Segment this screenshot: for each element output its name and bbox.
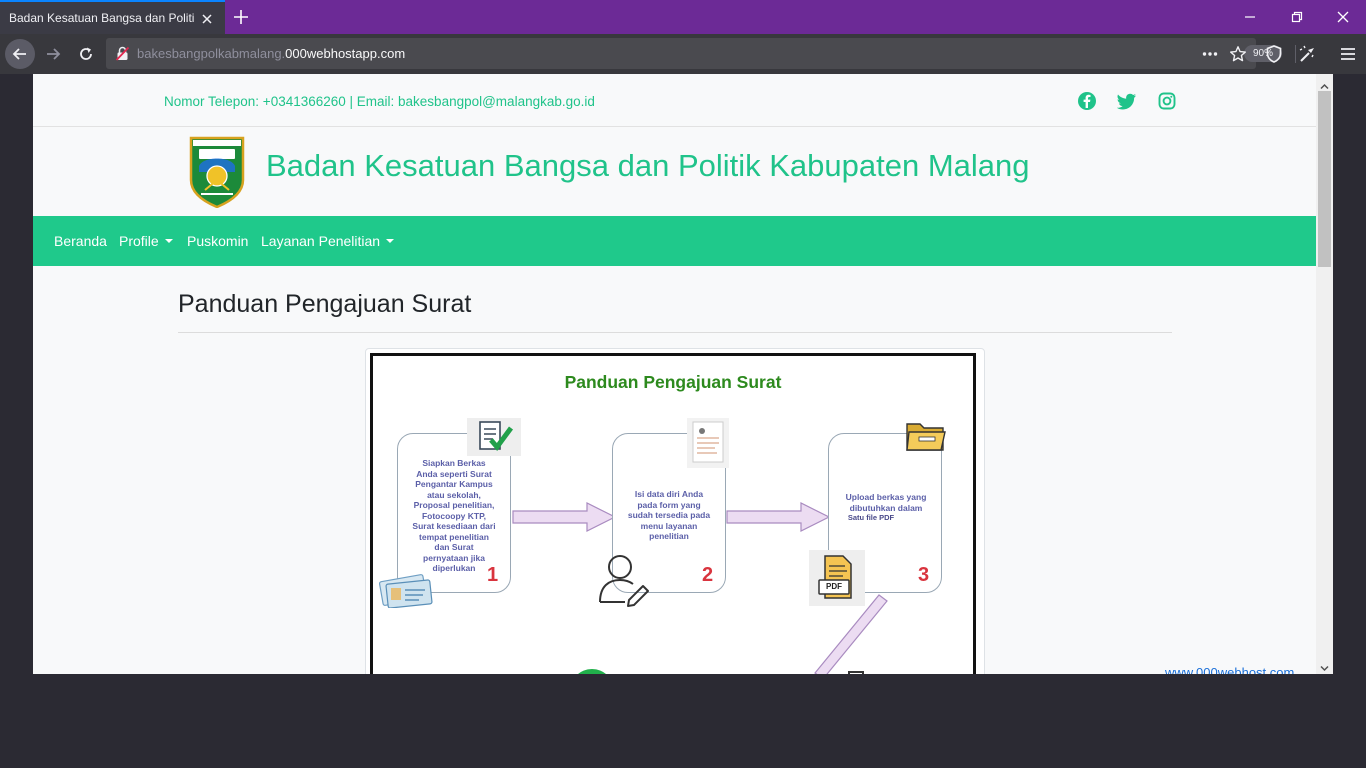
forward-arrow-icon — [47, 48, 61, 60]
id-cards-icon — [379, 574, 433, 608]
arrow-step1-to-step2 — [512, 502, 617, 532]
close-tab-icon[interactable] — [199, 11, 215, 27]
reload-icon — [80, 47, 92, 60]
url-text[interactable]: bakesbangpolkabmalang.000webhostapp.com — [137, 46, 405, 61]
url-domain: 000webhostapp.com — [285, 46, 406, 61]
nav-layanan-penelitian-dropdown[interactable]: Layanan Penelitian — [261, 233, 395, 249]
nav-beranda[interactable]: Beranda — [54, 233, 107, 249]
nav-profile-label: Profile — [119, 233, 159, 249]
url-bar-separator — [1295, 45, 1296, 63]
nav-profile-dropdown[interactable]: Profile — [119, 233, 173, 249]
step-3-text: Upload berkas yang dibutuhkan dalam Satu… — [845, 492, 927, 522]
folder-icon — [906, 423, 946, 451]
clipboard-icon — [848, 671, 864, 674]
step-2-number: 2 — [702, 564, 714, 586]
step-1-number: 1 — [487, 564, 499, 586]
shield-icon[interactable] — [1264, 44, 1284, 64]
browser-titlebar: Badan Kesatuan Bangsa dan Politik Kabupa… — [0, 0, 1366, 34]
nav-puskomin[interactable]: Puskomin — [187, 233, 248, 249]
main-navbar: Beranda Profile Puskomin Layanan Penelit… — [33, 216, 1316, 266]
magic-broom-icon[interactable] — [1297, 44, 1317, 64]
close-window-icon[interactable] — [1334, 8, 1352, 26]
kabupaten-malang-logo[interactable] — [189, 136, 245, 209]
caret-down-icon — [386, 239, 395, 243]
insecure-lock-icon[interactable] — [115, 46, 130, 61]
site-title[interactable]: Badan Kesatuan Bangsa dan Politik Kabupa… — [266, 148, 1030, 184]
heading-divider — [178, 332, 1172, 333]
minimize-icon[interactable] — [1241, 8, 1259, 26]
new-tab-icon[interactable] — [232, 8, 250, 26]
contact-info: Nomor Telepon: +0341366260 | Email: bake… — [164, 94, 595, 109]
page-scrollbar[interactable] — [1316, 74, 1333, 674]
page-heading: Panduan Pengajuan Surat — [178, 290, 472, 318]
url-bar[interactable]: bakesbangpolkabmalang.000webhostapp.com … — [106, 38, 1296, 69]
step-3-number: 3 — [918, 564, 930, 586]
document-check-icon — [467, 418, 521, 456]
infographic-title: Panduan Pengajuan Surat — [564, 372, 782, 392]
green-circle-icon — [578, 669, 606, 674]
menu-hamburger-icon[interactable] — [1338, 44, 1358, 64]
tab-title: Badan Kesatuan Bangsa dan Politik Kabupa… — [9, 11, 194, 25]
step-2-text: Isi data diri Anda pada form yang sudah … — [627, 489, 711, 541]
url-subdomain: bakesbangpolkabmalang. — [137, 46, 286, 61]
pdf-label: PDF — [826, 582, 842, 591]
infographic-image: Panduan Pengajuan Surat Siapkan Berkas A… — [370, 353, 976, 674]
user-edit-icon — [599, 555, 649, 607]
browser-tab-active[interactable]: Badan Kesatuan Bangsa dan Politik Kabupa… — [0, 0, 225, 34]
page-actions-icon[interactable] — [1201, 45, 1219, 63]
instagram-icon[interactable] — [1157, 91, 1177, 111]
step-1-box: Siapkan Berkas Anda seperti Surat Pengan… — [397, 433, 511, 593]
pdf-file-icon: PDF — [809, 550, 865, 606]
twitter-icon[interactable] — [1116, 91, 1137, 111]
forward-button[interactable] — [38, 39, 68, 69]
form-document-icon — [687, 418, 729, 468]
browser-toolbar: bakesbangpolkabmalang.000webhostapp.com … — [0, 34, 1366, 74]
webhost-watermark-link[interactable]: www.000webhost.com — [1165, 665, 1294, 674]
reload-button[interactable] — [71, 39, 101, 69]
scroll-down-icon[interactable] — [1320, 660, 1329, 672]
top-contact-bar: Nomor Telepon: +0341366260 | Email: bake… — [33, 74, 1316, 127]
step-1-text: Siapkan Berkas Anda seperti Surat Pengan… — [412, 458, 496, 573]
nav-layanan-penelitian-label: Layanan Penelitian — [261, 233, 381, 249]
infographic-card: Panduan Pengajuan Surat Siapkan Berkas A… — [365, 348, 985, 674]
page-viewport: Nomor Telepon: +0341366260 | Email: bake… — [33, 74, 1333, 674]
scroll-up-icon[interactable] — [1320, 78, 1329, 90]
restore-icon[interactable] — [1288, 8, 1306, 26]
back-button[interactable] — [5, 39, 35, 69]
bookmark-star-icon[interactable] — [1229, 45, 1247, 63]
scrollbar-thumb[interactable] — [1318, 91, 1331, 267]
back-arrow-icon — [12, 48, 26, 60]
caret-down-icon — [164, 239, 173, 243]
facebook-icon[interactable] — [1077, 91, 1097, 111]
arrow-step2-to-step3 — [726, 502, 831, 532]
